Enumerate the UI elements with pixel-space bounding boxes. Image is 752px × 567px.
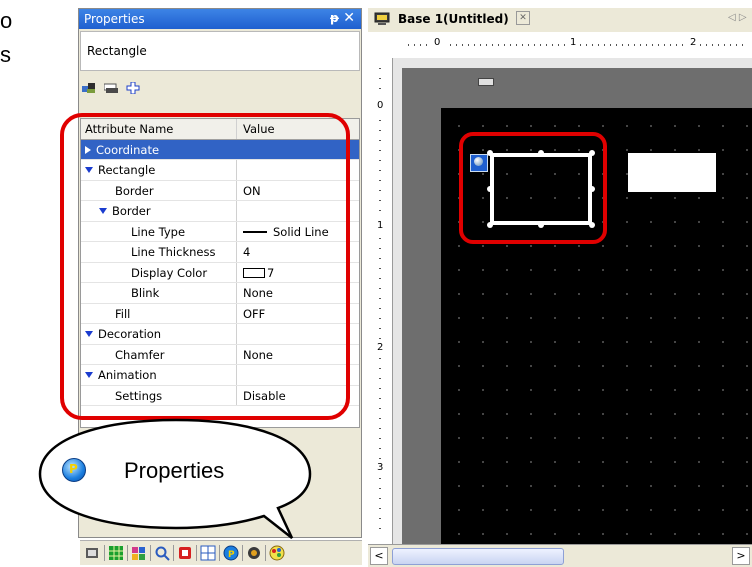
layer-icon[interactable] [104,82,118,94]
filled-rectangle[interactable] [628,153,716,192]
close-icon[interactable]: ✕ [343,10,355,26]
scroll-right-button[interactable]: > [732,547,750,565]
search-icon[interactable] [154,545,170,561]
vertical-ruler: 0 1 2 3 [368,58,393,544]
horizontal-ruler: 0 1 2 [368,32,752,59]
svg-text:P: P [228,550,235,560]
horizontal-scrollbar[interactable]: < > [368,544,752,567]
add-icon[interactable] [126,82,140,94]
parts-icon[interactable] [108,545,124,561]
properties-tab-icon[interactable]: P [223,545,239,561]
panel-title-bar[interactable]: Properties ᵽ ✕ [79,9,361,29]
panel-title: Properties [84,12,145,26]
object-name: Rectangle [87,44,147,58]
scroll-left-button[interactable]: < [370,547,388,565]
stop-icon[interactable] [177,545,193,561]
object-icon[interactable] [82,82,96,94]
ruler-label: 1 [570,37,577,48]
panel-toolbar [80,76,360,104]
grid-icon[interactable] [200,545,216,561]
editor-tab-bar: Base 1(Untitled) ✕ ◁ ▷ [368,8,752,33]
editor-tab-title[interactable]: Base 1(Untitled) [398,12,509,26]
ruler-label: 0 [377,100,384,111]
ruler-label: 2 [690,37,697,48]
panel-tab-strip: P [80,540,362,565]
ruler-label: 1 [377,220,384,231]
object-name-box: Rectangle [80,31,360,71]
tab-close-icon[interactable]: ✕ [516,11,530,25]
tab-nav-icon[interactable]: ◁ ▷ [728,12,747,23]
palette-icon[interactable] [269,545,285,561]
side-text-2: s [0,42,11,67]
screen-icon [374,12,390,25]
highlight-frame-grid [60,113,350,420]
ruler-label: 0 [434,37,441,48]
properties-icon: P [62,458,86,482]
ruler-label: 3 [377,462,384,473]
ruler-label: 2 [377,342,384,353]
side-text-1: o [0,8,13,33]
callout-label: Properties [124,458,225,483]
screen-list-icon[interactable] [85,545,101,561]
screen-marker [478,78,494,86]
highlight-frame-rectangle [459,132,607,244]
scroll-thumb[interactable] [392,548,564,565]
library-icon[interactable] [131,545,147,561]
pin-icon[interactable]: ᵽ [330,11,339,25]
symbol-icon[interactable] [246,545,262,561]
